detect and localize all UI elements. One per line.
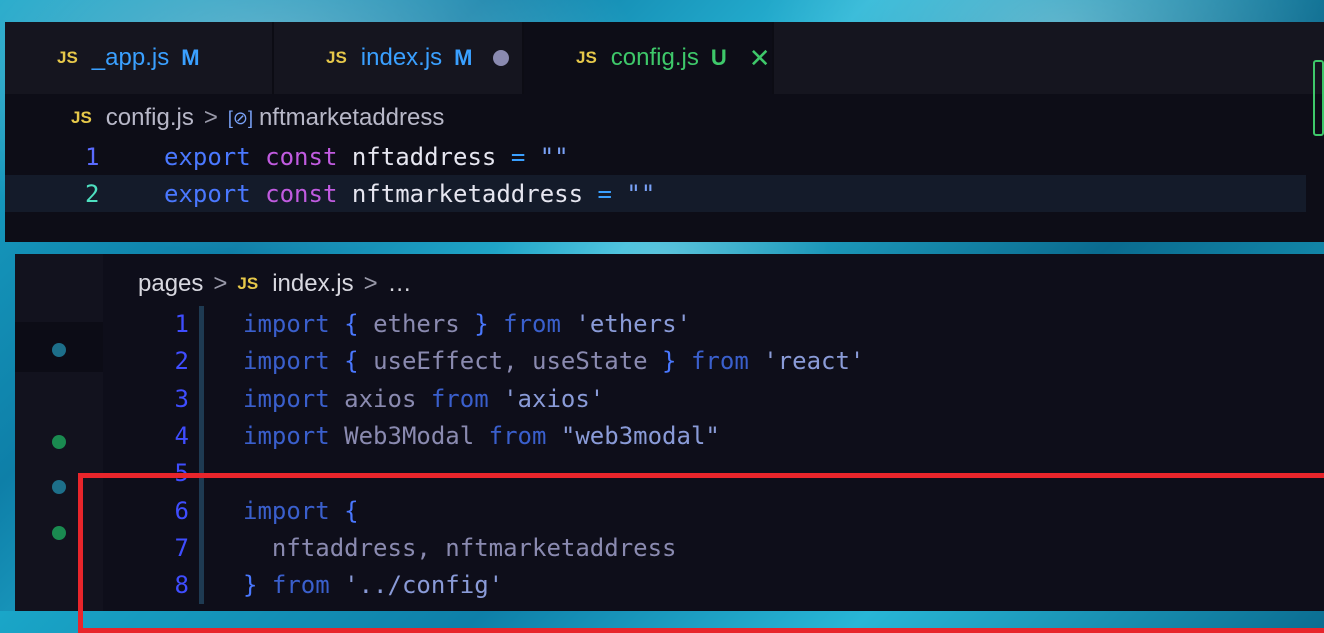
config-editor-pane: JS _app.js M JS index.js M JS config.js … — [5, 22, 1324, 242]
code-text: export const nftaddress = "" — [164, 142, 569, 171]
code-text: import { useEffect, useState } from 'rea… — [243, 346, 865, 375]
javascript-file-icon: JS — [237, 274, 259, 293]
modified-badge: M — [454, 45, 473, 70]
code-line-current[interactable]: 2 export const nftmarketaddress = "" — [5, 175, 1306, 212]
tab-label: index.js — [360, 44, 443, 71]
breadcrumb-ellipsis[interactable]: … — [388, 270, 412, 298]
breadcrumb-folder[interactable]: pages — [138, 270, 203, 298]
unsaved-dot-icon[interactable] — [492, 50, 509, 66]
javascript-file-icon: JS — [57, 48, 78, 67]
code-line[interactable]: 2 import { useEffect, useState } from 'r… — [15, 342, 1324, 379]
tab-app-js[interactable]: JS _app.js M — [5, 22, 274, 94]
breadcrumb-separator: > — [203, 104, 218, 131]
breadcrumb-file[interactable]: index.js — [272, 270, 353, 298]
tab-config-js[interactable]: JS config.js U ✕ — [524, 22, 774, 94]
breadcrumb-separator: > — [363, 270, 378, 297]
code-line[interactable]: 1 import { ethers } from 'ethers' — [15, 305, 1324, 342]
tab-label: config.js — [610, 44, 699, 71]
variable-symbol-icon: [⊘] — [227, 107, 253, 128]
tab-bar: JS _app.js M JS index.js M JS config.js … — [5, 22, 1324, 94]
line-number: 1 — [174, 309, 189, 338]
line-number: 2 — [85, 179, 100, 208]
breadcrumb: pages > JS index.js > … — [138, 266, 412, 302]
line-number: 4 — [174, 421, 189, 450]
breadcrumb-file[interactable]: config.js — [106, 104, 194, 132]
code-text: export const nftmarketaddress = "" — [164, 179, 656, 208]
tab-label: _app.js — [91, 44, 170, 71]
close-icon[interactable]: ✕ — [749, 43, 771, 74]
modified-badge: M — [181, 45, 200, 70]
scrollbar-thumb[interactable] — [1313, 60, 1324, 136]
annotation-highlight-box — [78, 473, 1324, 633]
tab-index-js[interactable]: JS index.js M — [274, 22, 524, 94]
breadcrumb-separator: > — [213, 270, 228, 297]
breadcrumb: JS config.js > [⊘] nftmarketaddress — [71, 100, 444, 136]
javascript-file-icon: JS — [71, 108, 92, 127]
code-line[interactable]: 4 import Web3Modal from "web3modal" — [15, 417, 1324, 454]
code-area[interactable]: 1 export const nftaddress = "" 2 export … — [5, 138, 1324, 212]
code-line[interactable]: 1 export const nftaddress = "" — [5, 138, 1324, 175]
line-number: 2 — [174, 346, 189, 375]
javascript-file-icon: JS — [576, 48, 597, 67]
untracked-badge: U — [710, 45, 727, 70]
code-text: import axios from 'axios' — [243, 384, 605, 413]
code-text: import { ethers } from 'ethers' — [243, 309, 691, 338]
javascript-file-icon: JS — [326, 48, 347, 67]
code-line[interactable]: 3 import axios from 'axios' — [15, 380, 1324, 417]
code-text: import Web3Modal from "web3modal" — [243, 421, 720, 450]
line-number: 1 — [85, 142, 100, 171]
breadcrumb-symbol[interactable]: nftmarketaddress — [259, 104, 444, 132]
line-number: 3 — [174, 384, 189, 413]
